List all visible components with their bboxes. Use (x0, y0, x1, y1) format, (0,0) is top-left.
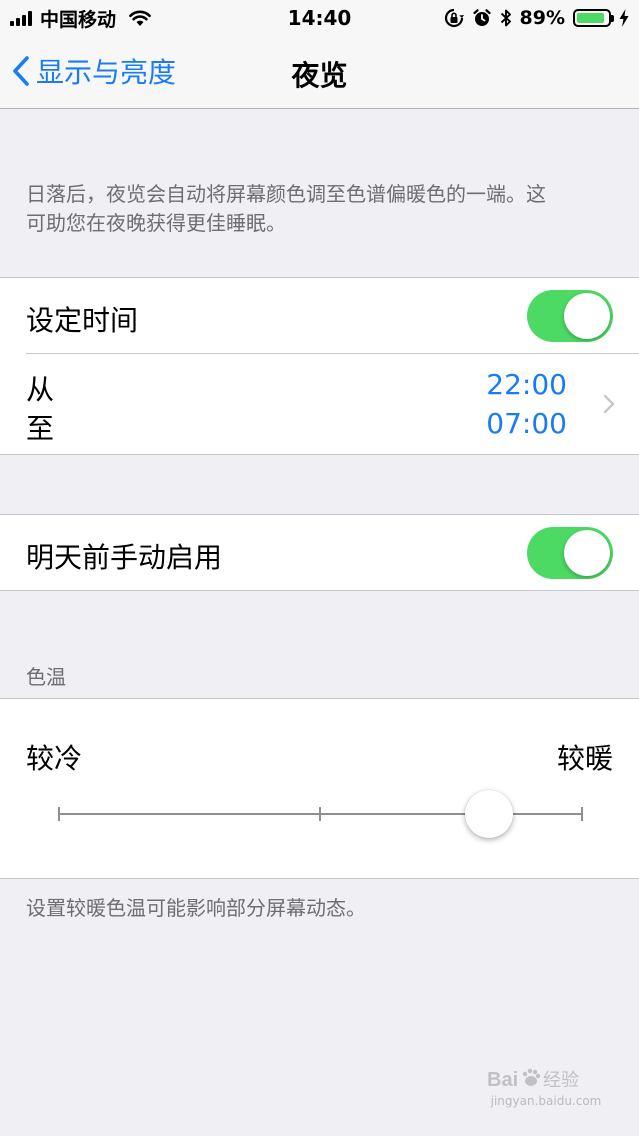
manual-enable-label: 明天前手动启用 (26, 541, 223, 574)
battery-percentage: 89% (519, 7, 565, 29)
manual-enable-row: 明天前手动启用 (0, 515, 639, 590)
scheduled-row: 设定时间 (0, 278, 639, 354)
manual-enable-switch[interactable] (527, 527, 613, 579)
svg-text:Bai: Bai (487, 1069, 518, 1091)
slider-tick-middle (319, 807, 321, 821)
bluetooth-icon (500, 8, 512, 28)
chevron-right-icon (603, 394, 615, 414)
to-time-value: 07:00 (486, 407, 567, 440)
scheduled-label: 设定时间 (26, 304, 139, 337)
baidu-logo-icon: Bai 经验 (487, 1068, 579, 1091)
description-line-2: 可助您在夜晚获得更佳睡眠。 (26, 211, 286, 235)
watermark-url: jingyan.baidu.com (490, 1094, 602, 1108)
switch-knob (564, 530, 610, 576)
color-temperature-group: 较冷 较暖 (0, 698, 639, 879)
slider-tick-start (58, 807, 60, 821)
color-temperature-note: 设置较暖色温可能影响部分屏幕动态。 (26, 896, 366, 920)
svg-text:经验: 经验 (543, 1070, 579, 1091)
charging-icon (619, 9, 629, 27)
status-bar: 中国移动 14:40 89% (0, 0, 639, 36)
orientation-lock-icon (444, 8, 464, 28)
night-shift-description: 日落后，夜览会自动将屏幕颜色调至色谱偏暖色的一端。这 可助您在夜晚获得更佳睡眠。 (26, 180, 616, 238)
battery-icon (573, 9, 614, 27)
scheduled-switch[interactable] (527, 290, 613, 342)
from-label: 从 (26, 373, 55, 406)
page-title: 夜览 (291, 59, 348, 92)
slider-tick-end (581, 807, 583, 821)
schedule-group: 设定时间 从 至 22:00 07:00 (0, 277, 639, 455)
more-warm-label: 较暖 (556, 742, 613, 775)
battery-level-fill (577, 13, 604, 23)
less-warm-label: 较冷 (26, 742, 83, 775)
baidu-jingyan-watermark: Bai 经验 jingyan.baidu.com (487, 1066, 605, 1108)
description-line-1: 日落后，夜览会自动将屏幕颜色调至色谱偏暖色的一端。这 (26, 182, 546, 206)
switch-knob (564, 293, 610, 339)
color-temperature-slider-thumb[interactable] (464, 790, 513, 838)
status-right: 89% (444, 6, 629, 30)
manual-enable-group: 明天前手动启用 (0, 514, 639, 591)
from-time-value: 22:00 (486, 368, 567, 401)
navigation-bar: 显示与亮度 夜览 (0, 36, 639, 109)
color-temperature-header: 色温 (26, 665, 66, 689)
to-label: 至 (26, 412, 55, 445)
alarm-icon (472, 8, 492, 28)
schedule-time-row[interactable]: 从 至 22:00 07:00 (0, 354, 639, 455)
